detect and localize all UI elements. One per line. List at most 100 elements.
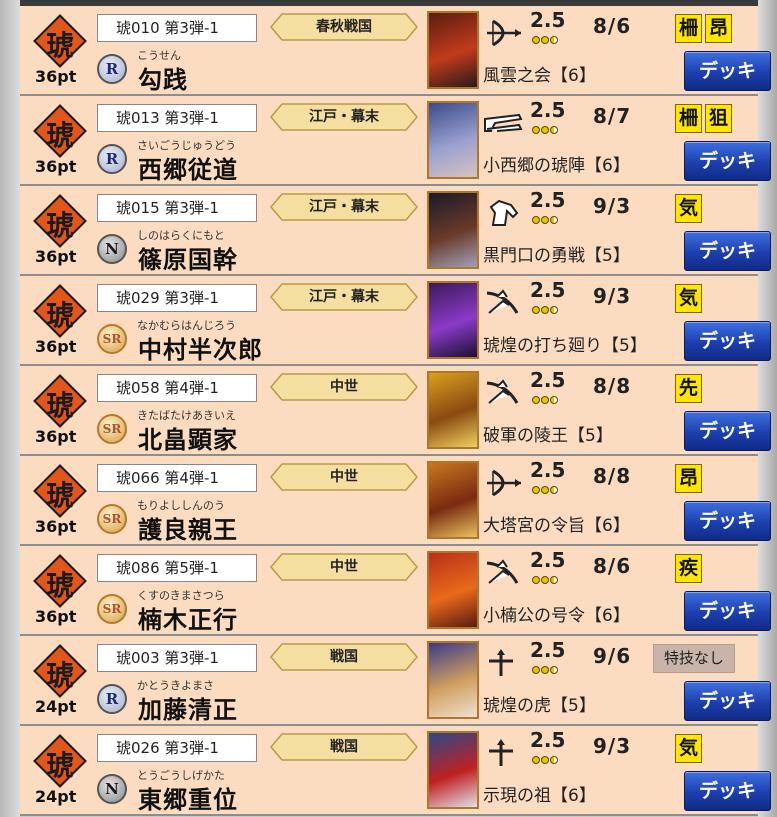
cost-dot-icon <box>550 576 558 584</box>
card-thumbnail[interactable] <box>427 641 479 719</box>
strategy-name: 琥煌の打ち廻り【5】 <box>483 336 647 356</box>
card-row[interactable]: 琥 36pt 琥086 第5弾-1 中世 SR くすのきまさつら 楠木正行 2.… <box>20 546 771 636</box>
era-badge: 中世 <box>270 553 418 581</box>
family-label: 琥 <box>45 479 74 512</box>
cost-dot-icon <box>550 396 558 404</box>
sword-icon <box>483 289 523 317</box>
era-label: 春秋戦国 <box>316 19 372 35</box>
era-label: 中世 <box>330 559 358 575</box>
card-thumbnail[interactable] <box>427 731 479 809</box>
deck-button[interactable]: デッキ <box>684 681 771 721</box>
era-badge: 江戸・幕末 <box>270 103 418 131</box>
cost-dot-icon <box>550 36 558 44</box>
general-name: 中村半次郎 <box>138 335 263 364</box>
cost-dot-icon <box>550 306 558 314</box>
general-name: 勾践 <box>138 65 188 94</box>
general-name: 楠木正行 <box>138 605 238 634</box>
power-intel-stats: 8/8 <box>593 374 632 398</box>
card-thumbnail[interactable] <box>427 551 479 629</box>
card-thumbnail[interactable] <box>427 101 479 179</box>
card-row[interactable]: 琥 36pt 琥013 第3弾-1 江戸・幕末 R さいごうじゅうどう 西郷従道… <box>20 96 771 186</box>
strategy-name: 琥煌の虎【5】 <box>483 696 596 716</box>
cost-dot-icon <box>550 756 558 764</box>
cost-dot-icon <box>550 126 558 134</box>
cost-dot-icon <box>532 756 540 764</box>
card-row[interactable]: 琥 36pt 琥010 第3弾-1 春秋戦国 R こうせん 勾践 2.5 8/6… <box>20 6 771 96</box>
cost-dots <box>532 306 559 314</box>
cost-dots <box>532 216 559 224</box>
cost-value: 2.5 <box>530 458 566 482</box>
deck-button[interactable]: デッキ <box>684 321 771 361</box>
cost-dots <box>532 486 559 494</box>
general-name: 西郷従道 <box>138 155 238 184</box>
card-row[interactable]: 琥 36pt 琥015 第3弾-1 江戸・幕末 N しのはらくにもと 篠原国幹 … <box>20 186 771 276</box>
era-badge: 春秋戦国 <box>270 13 418 41</box>
deck-button[interactable]: デッキ <box>684 591 771 631</box>
bow-icon <box>483 469 523 497</box>
cost-value: 2.5 <box>530 98 566 122</box>
points-label: 24pt <box>35 787 77 806</box>
cost-dots <box>532 126 559 134</box>
era-label: 江戸・幕末 <box>309 199 379 215</box>
card-id-field: 琥058 第4弾-1 <box>97 374 257 402</box>
general-name: 護良親王 <box>138 515 238 544</box>
card-id-field: 琥026 第3弾-1 <box>97 734 257 762</box>
era-badge: 中世 <box>270 373 418 401</box>
card-id-field: 琥029 第3弾-1 <box>97 284 257 312</box>
points-label: 36pt <box>35 247 77 266</box>
deck-button[interactable]: デッキ <box>684 771 771 811</box>
card-row[interactable]: 琥 36pt 琥029 第3弾-1 江戸・幕末 SR なかむらはんじろう 中村半… <box>20 276 771 366</box>
skill-badge: 先 <box>675 374 702 403</box>
family-emblem-icon: 琥 <box>33 194 87 248</box>
skill-badge: 柵 <box>675 14 702 43</box>
general-name: 東郷重位 <box>138 785 238 814</box>
card-id-field: 琥086 第5弾-1 <box>97 554 257 582</box>
deck-button[interactable]: デッキ <box>684 51 771 91</box>
no-skill-label: 特技なし <box>653 644 735 673</box>
points-label: 36pt <box>35 607 77 626</box>
era-badge: 戦国 <box>270 733 418 761</box>
points-label: 36pt <box>35 337 77 356</box>
power-intel-stats: 9/3 <box>593 284 632 308</box>
cost-dot-icon <box>532 396 540 404</box>
rarity-badge-icon: SR <box>97 504 127 534</box>
deck-button[interactable]: デッキ <box>684 501 771 541</box>
family-emblem-icon: 琥 <box>33 554 87 608</box>
cost-dot-icon <box>541 216 549 224</box>
cost-value: 2.5 <box>530 278 566 302</box>
cost-dot-icon <box>541 306 549 314</box>
cost-dots <box>532 576 559 584</box>
bow-icon <box>483 19 523 47</box>
cost-dot-icon <box>541 36 549 44</box>
card-thumbnail[interactable] <box>427 191 479 269</box>
card-list: 琥 36pt 琥010 第3弾-1 春秋戦国 R こうせん 勾践 2.5 8/6… <box>20 6 771 816</box>
deck-button[interactable]: デッキ <box>684 141 771 181</box>
spear-icon <box>483 739 523 767</box>
card-id-field: 琥013 第3弾-1 <box>97 104 257 132</box>
power-intel-stats: 9/3 <box>593 734 632 758</box>
card-id-field: 琥066 第4弾-1 <box>97 464 257 492</box>
era-badge: 江戸・幕末 <box>270 283 418 311</box>
deck-button[interactable]: デッキ <box>684 411 771 451</box>
card-thumbnail[interactable] <box>427 461 479 539</box>
cost-value: 2.5 <box>530 728 566 752</box>
deck-button[interactable]: デッキ <box>684 231 771 271</box>
card-thumbnail[interactable] <box>427 11 479 89</box>
family-label: 琥 <box>45 299 74 332</box>
cost-value: 2.5 <box>530 548 566 572</box>
era-badge: 中世 <box>270 463 418 491</box>
cost-dot-icon <box>541 396 549 404</box>
power-intel-stats: 8/6 <box>593 554 632 578</box>
card-row[interactable]: 琥 24pt 琥026 第3弾-1 戦国 N とうごうしげかた 東郷重位 2.5… <box>20 726 771 816</box>
rarity-badge-icon: SR <box>97 414 127 444</box>
card-row[interactable]: 琥 36pt 琥066 第4弾-1 中世 SR もりよししんのう 護良親王 2.… <box>20 456 771 546</box>
card-row[interactable]: 琥 24pt 琥003 第3弾-1 戦国 R かとうきよまさ 加藤清正 2.5 … <box>20 636 771 726</box>
power-intel-stats: 9/6 <box>593 644 632 668</box>
cost-dots <box>532 666 559 674</box>
card-thumbnail[interactable] <box>427 371 479 449</box>
card-row[interactable]: 琥 36pt 琥058 第4弾-1 中世 SR きたばたけあきいえ 北畠顕家 2… <box>20 366 771 456</box>
family-emblem-icon: 琥 <box>33 644 87 698</box>
power-intel-stats: 8/8 <box>593 464 632 488</box>
cost-dot-icon <box>532 666 540 674</box>
card-thumbnail[interactable] <box>427 281 479 359</box>
